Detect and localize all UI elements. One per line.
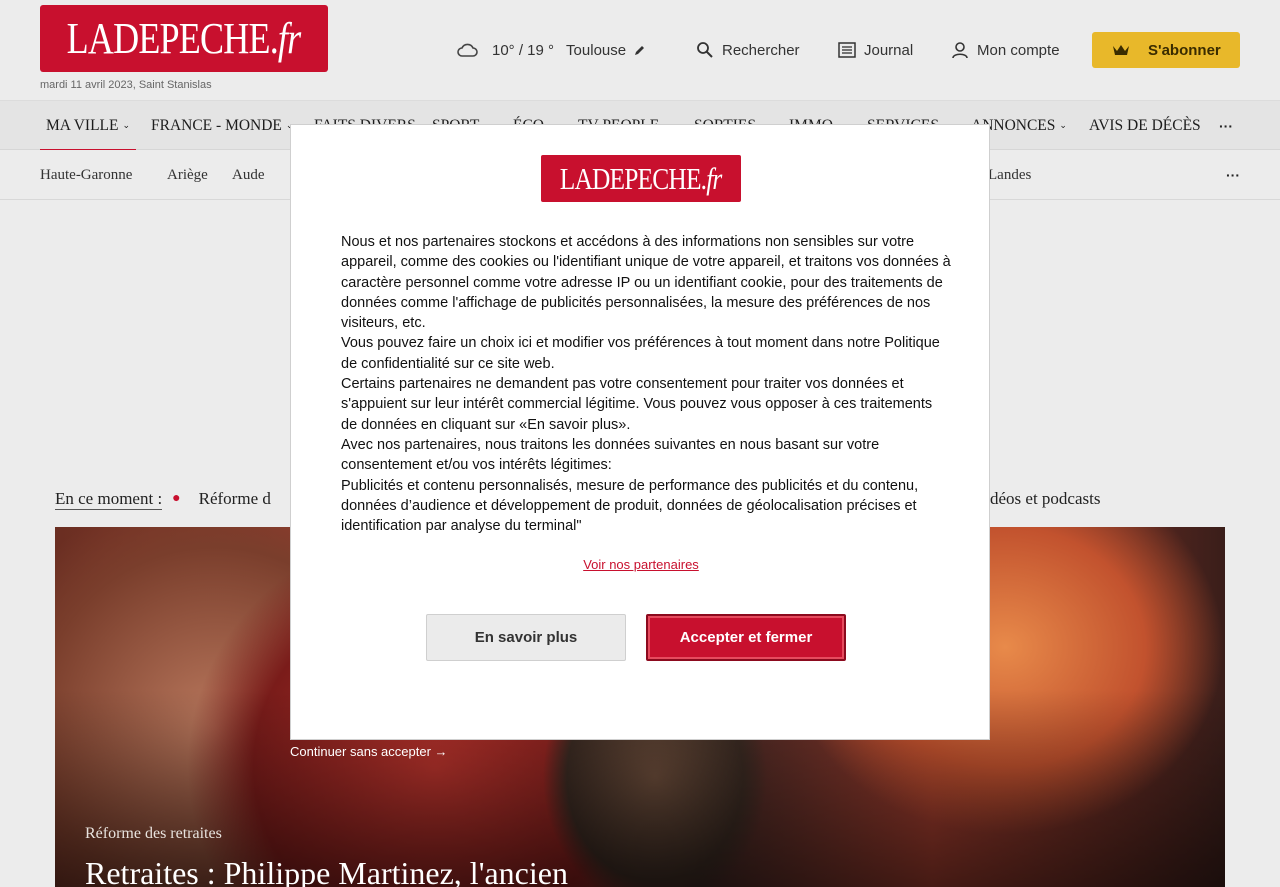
consent-paragraph: Avec nos partenaires, nous traitons les …: [341, 436, 880, 474]
consent-paragraph: Publicités et contenu personnalisés, mes…: [341, 477, 919, 535]
modal-logo: LADEPECHE.fr: [541, 155, 741, 202]
modal-logo-text: LADEPECHE.fr: [560, 160, 723, 196]
consent-text: Nous et nos partenaires stockons et accé…: [341, 232, 951, 536]
consent-paragraph: Nous et nos partenaires stockons et accé…: [341, 234, 951, 332]
consent-paragraph: Certains partenaires ne demandent pas vo…: [341, 376, 933, 433]
hero-kicker[interactable]: Réforme des retraites: [85, 825, 222, 843]
consent-paragraph: Vous pouvez faire un choix ici et modifi…: [341, 335, 940, 372]
hero-title[interactable]: Retraites : Philippe Martinez, l'ancien: [85, 855, 568, 887]
consent-modal: LADEPECHE.fr Nous et nos partenaires sto…: [290, 124, 990, 740]
accept-and-close-button[interactable]: Accepter et fermer: [646, 614, 846, 661]
learn-more-button[interactable]: En savoir plus: [426, 614, 626, 661]
continue-without-accepting-link[interactable]: Continuer sans accepter →: [290, 744, 448, 762]
see-partners-link[interactable]: Voir nos partenaires: [291, 557, 991, 572]
